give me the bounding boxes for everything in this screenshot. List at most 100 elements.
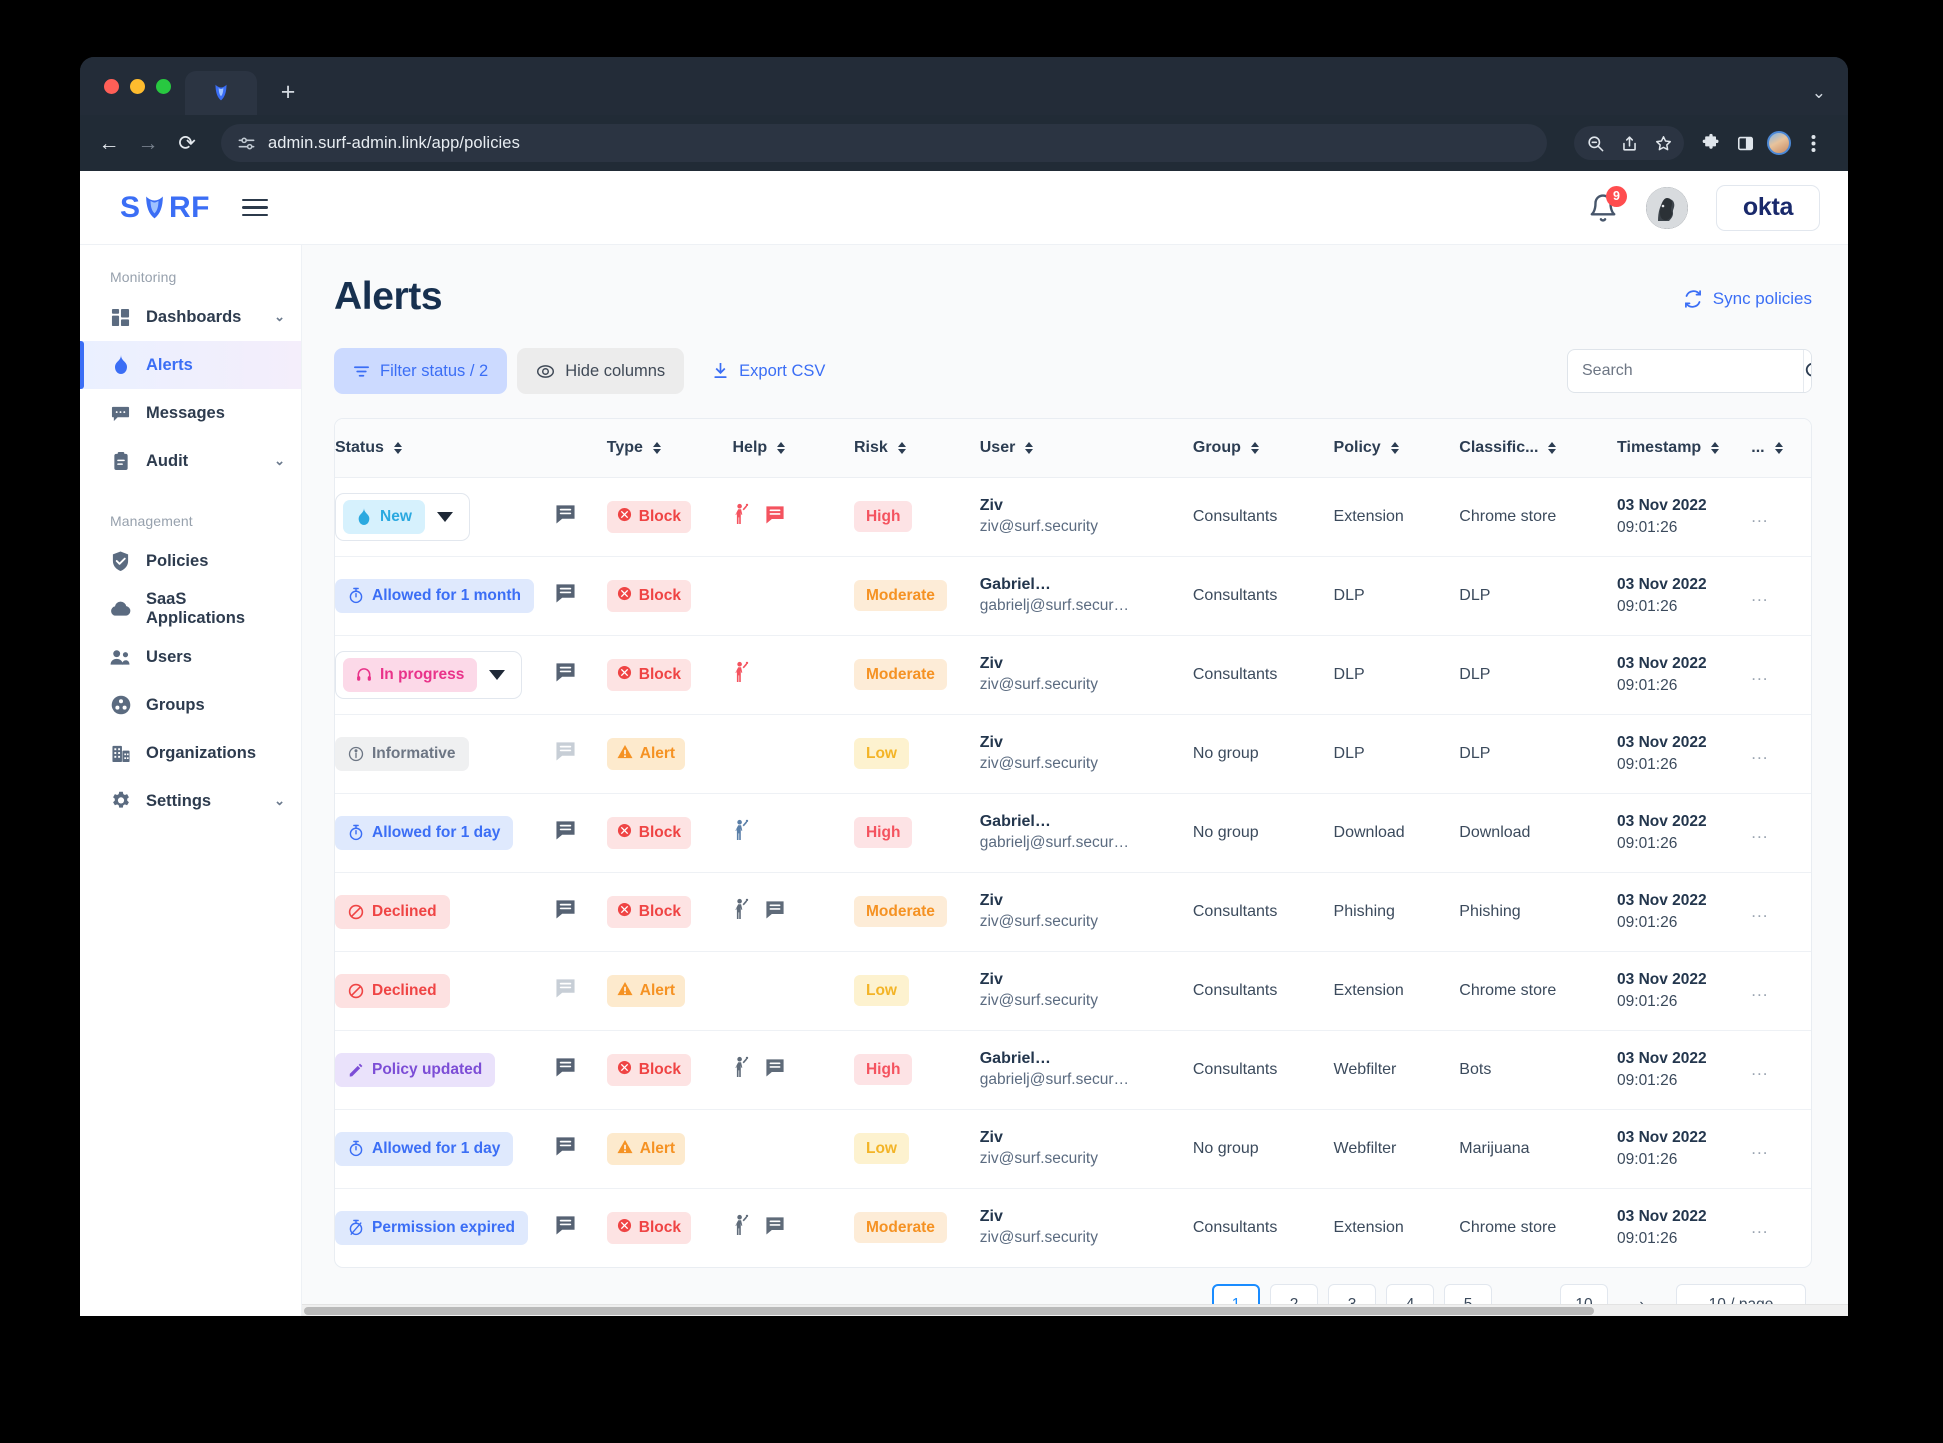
sidebar-item-organizations[interactable]: Organizations (80, 729, 301, 777)
sort-icon[interactable] (1711, 441, 1720, 454)
cell-row-menu[interactable]: ... (1751, 635, 1811, 715)
hide-columns-button[interactable]: Hide columns (517, 348, 685, 394)
column-header-classification[interactable]: Classific... (1459, 419, 1618, 478)
share-icon[interactable] (1612, 126, 1646, 160)
table-row[interactable]: New Block High Ziv ziv@surf.security Consulta… (335, 477, 1811, 557)
status-badge[interactable]: Permission expired (335, 1210, 529, 1245)
person-raised-hand-icon[interactable] (733, 661, 749, 688)
sidebar-item-audit[interactable]: Audit ⌄ (80, 437, 301, 485)
table-row[interactable]: Allowed for 1 month Block Moderate Gabriel…… (335, 556, 1811, 636)
note-icon[interactable] (555, 1137, 576, 1160)
sidebar-item-groups[interactable]: Groups (80, 681, 301, 729)
minimize-window-button[interactable] (130, 78, 145, 94)
sidebar-item-saas-applications[interactable]: SaaS Applications (80, 585, 301, 633)
note-icon[interactable] (555, 742, 576, 765)
sort-icon[interactable] (1390, 441, 1399, 454)
status-badge[interactable]: Policy updated (335, 1052, 496, 1087)
column-header-timestamp[interactable]: Timestamp (1617, 419, 1752, 478)
sidebar-item-policies[interactable]: Policies (80, 537, 301, 585)
cell-row-menu[interactable]: ... (1751, 556, 1811, 636)
person-raised-hand-icon[interactable] (733, 1056, 749, 1083)
cell-row-menu[interactable]: ... (1751, 1030, 1811, 1110)
scrollbar-thumb[interactable] (304, 1307, 1594, 1315)
column-header-status[interactable]: Status (335, 419, 555, 478)
chevron-down-icon[interactable]: ⌄ (274, 309, 285, 325)
cell-row-menu[interactable]: ... (1751, 793, 1811, 873)
note-icon[interactable] (555, 1058, 576, 1081)
table-row[interactable]: Declined Alert Low Ziv ziv@surf.security Cons… (335, 951, 1811, 1031)
status-badge[interactable]: Declined (335, 894, 450, 929)
note-icon[interactable] (555, 821, 576, 844)
note-icon[interactable] (555, 1216, 576, 1239)
url-bar[interactable]: admin.surf-admin.link/app/policies (221, 124, 1547, 162)
person-raised-hand-icon[interactable] (733, 819, 749, 846)
back-icon[interactable]: ← (98, 133, 120, 154)
close-window-button[interactable] (104, 78, 119, 94)
status-badge[interactable]: New (343, 499, 425, 534)
sort-icon[interactable] (777, 441, 786, 454)
cell-note[interactable] (554, 714, 607, 794)
note-icon[interactable] (555, 900, 576, 923)
chevron-down-icon[interactable]: ⌄ (274, 793, 285, 809)
cell-note[interactable] (554, 793, 607, 873)
row-menu-button[interactable]: ... (1751, 823, 1768, 842)
cell-note[interactable] (554, 635, 607, 715)
row-menu-button[interactable]: ... (1751, 744, 1768, 763)
sync-policies-button[interactable]: Sync policies (1683, 289, 1812, 309)
zoom-out-icon[interactable] (1578, 126, 1612, 160)
status-badge[interactable]: Informative (335, 736, 469, 771)
chat-bubble-icon[interactable] (765, 505, 785, 529)
side-panel-icon[interactable] (1728, 126, 1762, 160)
row-menu-button[interactable]: ... (1751, 586, 1768, 605)
row-menu-button[interactable]: ... (1751, 1060, 1768, 1079)
row-menu-button[interactable]: ... (1751, 665, 1768, 684)
column-header-risk[interactable]: Risk (853, 419, 980, 478)
chevron-down-icon[interactable]: ⌄ (274, 453, 285, 469)
sidebar-item-dashboards[interactable]: Dashboards ⌄ (80, 293, 301, 341)
chat-bubble-icon[interactable] (765, 900, 785, 924)
maximize-window-button[interactable] (156, 78, 171, 94)
window-traffic-lights[interactable] (98, 57, 185, 115)
filter-status-button[interactable]: Filter status / 2 (334, 348, 508, 394)
cell-row-menu[interactable]: ... (1751, 477, 1811, 557)
person-raised-hand-icon[interactable] (733, 898, 749, 925)
chrome-menu-kebab[interactable] (1796, 126, 1830, 160)
search-button[interactable] (1803, 350, 1811, 392)
sidebar-item-messages[interactable]: Messages (80, 389, 301, 437)
site-settings-icon[interactable] (237, 134, 256, 153)
row-menu-button[interactable]: ... (1751, 1139, 1768, 1158)
table-row[interactable]: Policy updated Block High Gabriel… gabrielj@… (335, 1030, 1811, 1110)
status-badge[interactable]: Allowed for 1 day (335, 1131, 514, 1166)
cell-note[interactable] (554, 477, 607, 557)
status-badge[interactable]: In progress (343, 657, 478, 692)
person-raised-hand-icon[interactable] (733, 503, 749, 530)
column-header-more[interactable]: ... (1751, 419, 1811, 478)
column-header-help[interactable]: Help (732, 419, 854, 478)
cell-row-menu[interactable]: ... (1751, 1109, 1811, 1189)
search-box[interactable] (1567, 349, 1812, 393)
sort-icon[interactable] (897, 441, 906, 454)
chevron-down-icon[interactable] (436, 511, 453, 522)
person-raised-hand-icon[interactable] (733, 1214, 749, 1241)
column-header-policy[interactable]: Policy (1333, 419, 1460, 478)
chrome-profile-avatar[interactable] (1762, 126, 1796, 160)
chevron-down-icon[interactable] (489, 669, 506, 680)
sidebar-item-alerts[interactable]: Alerts (80, 341, 301, 389)
sidebar-item-users[interactable]: Users (80, 633, 301, 681)
note-icon[interactable] (555, 663, 576, 686)
cell-row-menu[interactable]: ... (1751, 872, 1811, 952)
table-row[interactable]: Permission expired Block Moderate Ziv ziv@su… (335, 1188, 1811, 1267)
forward-icon[interactable]: → (137, 133, 159, 154)
new-tab-button[interactable]: + (275, 80, 301, 105)
status-badge[interactable]: Allowed for 1 day (335, 815, 514, 850)
chat-bubble-icon[interactable] (765, 1216, 785, 1240)
row-menu-button[interactable]: ... (1751, 981, 1768, 1000)
chat-bubble-icon[interactable] (765, 1058, 785, 1082)
status-badge[interactable]: Declined (335, 973, 450, 1008)
horizontal-scrollbar[interactable] (302, 1304, 1848, 1316)
table-row[interactable]: In progress Block Moderate Ziv ziv@surf.secu… (335, 635, 1811, 715)
table-row[interactable]: Allowed for 1 day Alert Low Ziv ziv@surf.sec… (335, 1109, 1811, 1189)
tabstrip-chevron-icon[interactable]: ⌄ (1812, 83, 1826, 103)
table-row[interactable]: Allowed for 1 day Block High Gabriel… gabrie… (335, 793, 1811, 873)
cell-row-menu[interactable]: ... (1751, 1188, 1811, 1267)
